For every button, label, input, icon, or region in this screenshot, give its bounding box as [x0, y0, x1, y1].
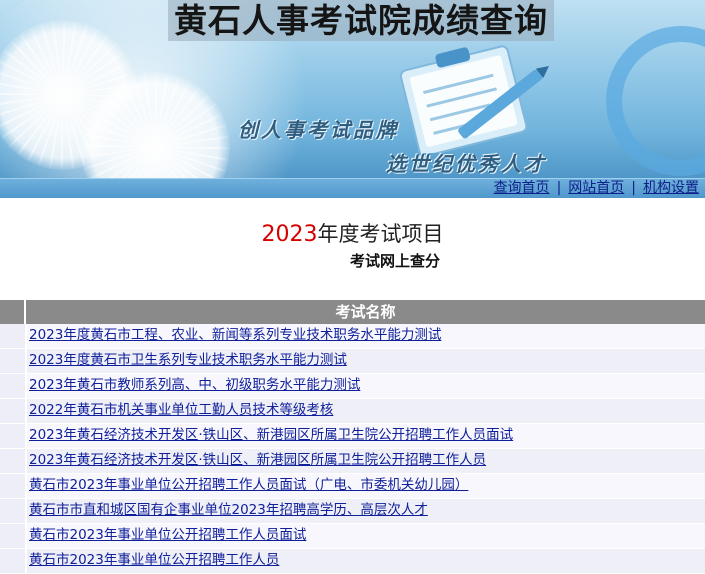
exam-table: 考试名称 2023年度黄石市工程、农业、新闻等系列专业技术职务水平能力测试 20…	[0, 300, 705, 574]
nav-links: 查询首页 | 网站首页 | 机构设置	[494, 178, 699, 198]
row-gutter	[0, 549, 27, 573]
nav-link-site-home[interactable]: 网站首页	[568, 180, 624, 196]
clipboard-pencil-image	[399, 45, 549, 153]
page-title: 黄石人事考试院成绩查询	[174, 1, 548, 40]
table-row: 黄石市2023年事业单位公开招聘工作人员面试（广电、市委机关幼儿园）	[0, 474, 705, 499]
row-gutter	[0, 424, 27, 448]
exam-link[interactable]: 黄石市市直和城区国有企事业单位2023年招聘高学历、高层次人才	[29, 502, 428, 518]
row-gutter	[0, 449, 27, 473]
table-cell: 2023年黄石经济技术开发区·铁山区、新港园区所属卫生院公开招聘工作人员	[27, 449, 705, 473]
table-row: 黄石市2023年事业单位公开招聘工作人员	[0, 549, 705, 574]
row-gutter	[0, 499, 27, 523]
column-header-exam-name: 考试名称	[335, 303, 396, 321]
table-cell: 2023年度黄石市工程、农业、新闻等系列专业技术职务水平能力测试	[27, 324, 705, 348]
circle-decoration	[606, 26, 705, 176]
slogan-line-2: 选世纪优秀人才	[386, 152, 547, 176]
section-heading: 2023年度考试项目	[0, 218, 705, 248]
table-cell: 2023年黄石市教师系列高、中、初级职务水平能力测试	[27, 374, 705, 398]
row-gutter	[0, 349, 27, 373]
table-header-gutter	[0, 300, 26, 324]
slogan-line-1: 创人事考试品牌	[238, 118, 399, 142]
table-header: 考试名称	[0, 300, 705, 324]
exam-link[interactable]: 黄石市2023年事业单位公开招聘工作人员面试	[29, 527, 306, 543]
table-row: 2023年黄石市教师系列高、中、初级职务水平能力测试	[0, 374, 705, 399]
table-cell: 黄石市2023年事业单位公开招聘工作人员	[27, 549, 705, 573]
row-gutter	[0, 324, 27, 348]
row-gutter	[0, 474, 27, 498]
table-row: 黄石市2023年事业单位公开招聘工作人员面试	[0, 524, 705, 549]
exam-link[interactable]: 2022年黄石市机关事业单位工勤人员技术等级考核	[29, 402, 333, 418]
heading-title: 年度考试项目	[317, 222, 444, 246]
exam-link[interactable]: 黄石市2023年事业单位公开招聘工作人员面试（广电、市委机关幼儿园）	[29, 477, 468, 493]
heading-year: 2023	[261, 222, 318, 247]
nav-separator: |	[556, 180, 562, 196]
row-gutter	[0, 524, 27, 548]
exam-link[interactable]: 2023年黄石市教师系列高、中、初级职务水平能力测试	[29, 377, 360, 393]
exam-link[interactable]: 黄石市2023年事业单位公开招聘工作人员	[29, 552, 279, 568]
header-banner: 黄石人事考试院成绩查询 创人事考试品牌 选世纪优秀人才	[0, 0, 705, 178]
nav-link-query-home[interactable]: 查询首页	[494, 180, 550, 196]
exam-link[interactable]: 2023年黄石经济技术开发区·铁山区、新港园区所属卫生院公开招聘工作人员面试	[29, 427, 513, 443]
table-cell: 2022年黄石市机关事业单位工勤人员技术等级考核	[27, 399, 705, 423]
table-cell: 黄石市市直和城区国有企事业单位2023年招聘高学历、高层次人才	[27, 499, 705, 523]
table-row: 2023年度黄石市工程、农业、新闻等系列专业技术职务水平能力测试	[0, 324, 705, 349]
table-row: 黄石市市直和城区国有企事业单位2023年招聘高学历、高层次人才	[0, 499, 705, 524]
table-row: 2023年黄石经济技术开发区·铁山区、新港园区所属卫生院公开招聘工作人员	[0, 449, 705, 474]
row-gutter	[0, 374, 27, 398]
nav-separator: |	[631, 180, 636, 196]
table-cell: 2023年度黄石市卫生系列专业技术职务水平能力测试	[27, 349, 705, 373]
row-gutter	[0, 399, 27, 423]
table-body: 2023年度黄石市工程、农业、新闻等系列专业技术职务水平能力测试 2023年度黄…	[0, 324, 705, 574]
nav-link-organization[interactable]: 机构设置	[643, 180, 699, 196]
exam-link[interactable]: 2023年度黄石市工程、农业、新闻等系列专业技术职务水平能力测试	[29, 327, 441, 343]
table-cell: 2023年黄石经济技术开发区·铁山区、新港园区所属卫生院公开招聘工作人员面试	[27, 424, 705, 448]
table-row: 2023年度黄石市卫生系列专业技术职务水平能力测试	[0, 349, 705, 374]
exam-link[interactable]: 2023年度黄石市卫生系列专业技术职务水平能力测试	[29, 352, 347, 368]
table-row: 2022年黄石市机关事业单位工勤人员技术等级考核	[0, 399, 705, 424]
exam-link[interactable]: 2023年黄石经济技术开发区·铁山区、新港园区所属卫生院公开招聘工作人员	[29, 452, 486, 468]
table-cell: 黄石市2023年事业单位公开招聘工作人员面试（广电、市委机关幼儿园）	[27, 474, 705, 498]
table-cell: 黄石市2023年事业单位公开招聘工作人员面试	[27, 524, 705, 548]
table-row: 2023年黄石经济技术开发区·铁山区、新港园区所属卫生院公开招聘工作人员面试	[0, 424, 705, 449]
section-subheading: 考试网上查分	[349, 252, 440, 270]
title-box: 黄石人事考试院成绩查询	[168, 0, 554, 41]
